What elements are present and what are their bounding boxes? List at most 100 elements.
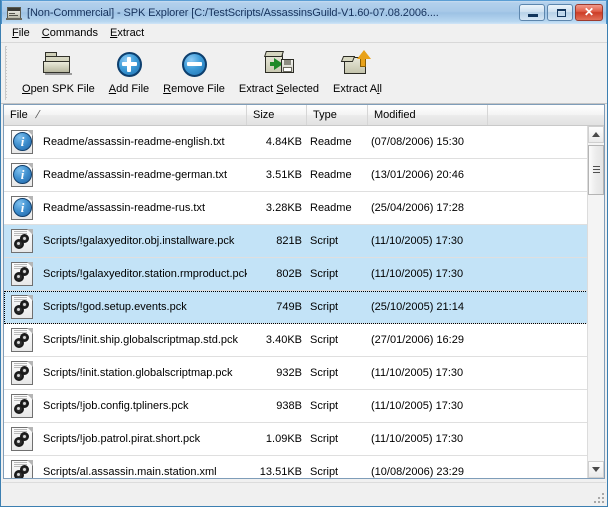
statusbar xyxy=(2,482,606,505)
cell-type: Readme xyxy=(310,136,352,148)
cell-modified: (13/01/2006) 20:46 xyxy=(371,169,464,181)
cell-file-name: Scripts/!job.config.tpliners.pck xyxy=(43,400,189,412)
cell-type: Script xyxy=(310,400,339,412)
cell-file: Scripts/al.assassin.main.station.xml xyxy=(4,459,247,478)
spk-explorer-icon xyxy=(6,5,22,21)
table-row[interactable]: i Readme/assassin-readme-english.txt 4.84K… xyxy=(4,126,604,159)
cell-modified: (07/08/2006) 15:30 xyxy=(371,136,464,148)
cell-modified: (11/10/2005) 17:30 xyxy=(371,433,464,445)
window-controls: ✕ xyxy=(519,4,606,21)
close-icon: ✕ xyxy=(583,5,595,19)
table-row[interactable]: Scripts/!galaxyeditor.station.rmproduct.… xyxy=(4,258,604,291)
cell-file: i Readme/assassin-readme-german.txt xyxy=(4,162,247,188)
scroll-down-button[interactable] xyxy=(588,461,604,478)
info-document-icon: i xyxy=(10,162,36,188)
titlebar[interactable]: [Non-Commercial] - SPK Explorer [C:/Test… xyxy=(1,0,607,24)
table-row[interactable]: Scripts/!galaxyeditor.obj.installware.pc… xyxy=(4,225,604,258)
table-row[interactable]: Scripts/!init.station.globalscriptmap.pc… xyxy=(4,357,604,390)
cell-modified: (25/10/2005) 21:14 xyxy=(371,301,464,313)
maximize-icon xyxy=(557,9,566,17)
toolbar-drag-handle[interactable] xyxy=(3,46,12,100)
spk-explorer-window: [Non-Commercial] - SPK Explorer [C:/Test… xyxy=(0,0,608,507)
cell-file-name: Scripts/!init.station.globalscriptmap.pc… xyxy=(43,367,233,379)
cell-file-name: Readme/assassin-readme-german.txt xyxy=(43,169,228,181)
cell-type: Readme xyxy=(310,202,352,214)
cell-modified: (27/01/2006) 16:29 xyxy=(371,334,464,346)
extract-selected-button[interactable]: Extract Selected xyxy=(232,46,326,95)
file-list-rows: i Readme/assassin-readme-english.txt 4.84K… xyxy=(4,126,604,478)
script-document-icon xyxy=(10,327,36,353)
remove-file-label: Remove File xyxy=(163,83,225,95)
open-spk-file-button[interactable]: Open SPK File xyxy=(15,46,102,95)
cell-file-name: Scripts/!job.patrol.pirat.short.pck xyxy=(43,433,201,445)
sort-indicator-icon: / xyxy=(33,109,41,121)
column-header-file[interactable]: File / xyxy=(4,105,247,125)
scrollbar-thumb[interactable] xyxy=(588,145,604,195)
cell-file: Scripts/!galaxyeditor.obj.installware.pc… xyxy=(4,228,247,254)
cell-file: i Readme/assassin-readme-rus.txt xyxy=(4,195,247,221)
file-list-header: File / Size Type Modified xyxy=(4,105,604,126)
menu-item-extract[interactable]: Extract xyxy=(105,25,151,41)
column-header-file-label: File xyxy=(10,109,28,121)
open-spk-file-label: Open SPK File xyxy=(22,83,95,95)
table-row[interactable]: i Readme/assassin-readme-rus.txt 3.28KB Rea… xyxy=(4,192,604,225)
extract-selected-label: Extract Selected xyxy=(238,83,320,95)
table-row[interactable]: i Readme/assassin-readme-german.txt 3.51KB… xyxy=(4,159,604,192)
minimize-button[interactable] xyxy=(519,4,545,21)
cell-file-name: Readme/assassin-readme-english.txt xyxy=(43,136,225,148)
script-document-icon xyxy=(10,426,36,452)
cell-file-name: Scripts/!galaxyeditor.obj.installware.pc… xyxy=(43,235,235,247)
menu-item-commands[interactable]: Commands xyxy=(37,25,105,41)
remove-circle-icon xyxy=(177,48,211,80)
script-document-icon xyxy=(10,360,36,386)
script-document-icon xyxy=(10,459,36,478)
cell-type: Script xyxy=(310,301,339,313)
script-document-icon xyxy=(10,261,36,287)
cell-type: Script xyxy=(310,367,339,379)
table-row[interactable]: Scripts/!job.patrol.pirat.short.pck 1.09K… xyxy=(4,423,604,456)
script-document-icon xyxy=(10,294,36,320)
cell-modified: (11/10/2005) 17:30 xyxy=(371,268,464,280)
info-document-icon: i xyxy=(10,129,36,155)
remove-file-button[interactable]: Remove File xyxy=(156,46,232,95)
resize-grip[interactable] xyxy=(591,490,604,503)
maximize-button[interactable] xyxy=(547,4,573,21)
minimize-icon xyxy=(528,14,538,17)
cell-type: Script xyxy=(310,235,339,247)
table-row[interactable]: Scripts/al.assassin.main.station.xml 13.5… xyxy=(4,456,604,478)
menu-item-file[interactable]: File xyxy=(7,25,37,41)
column-header-modified[interactable]: Modified xyxy=(368,105,488,125)
cell-file: Scripts/!init.ship.globalscriptmap.std.p… xyxy=(4,327,247,353)
add-file-button[interactable]: Add File xyxy=(102,46,156,95)
cell-type: Script xyxy=(310,466,339,478)
cell-size: 13.51KB xyxy=(259,466,302,478)
cell-size: 1.09KB xyxy=(265,433,302,445)
cell-type: Script xyxy=(310,433,339,445)
cell-file-name: Scripts/!god.setup.events.pck xyxy=(43,301,187,313)
scroll-down-icon xyxy=(592,467,600,472)
vertical-scrollbar[interactable] xyxy=(587,126,604,478)
table-row[interactable]: Scripts/!job.config.tpliners.pck 938B Scri… xyxy=(4,390,604,423)
cell-size: 938B xyxy=(276,400,302,412)
extract-all-button[interactable]: Extract All xyxy=(326,46,389,95)
extract-all-label: Extract All xyxy=(333,83,382,95)
table-row[interactable]: Scripts/!god.setup.events.pck 749B Script (… xyxy=(4,291,604,324)
scroll-up-button[interactable] xyxy=(588,126,604,143)
cell-modified: (11/10/2005) 17:30 xyxy=(371,367,464,379)
close-button[interactable]: ✕ xyxy=(575,4,603,21)
scrollbar-grip-icon xyxy=(593,166,600,173)
cell-type: Script xyxy=(310,334,339,346)
cell-file: Scripts/!god.setup.events.pck xyxy=(4,294,247,320)
cell-size: 4.84KB xyxy=(265,136,302,148)
cell-file-name: Scripts/!init.ship.globalscriptmap.std.p… xyxy=(43,334,239,346)
scroll-up-icon xyxy=(592,132,600,137)
cell-size: 932B xyxy=(276,367,302,379)
add-circle-icon xyxy=(112,48,146,80)
table-row[interactable]: Scripts/!init.ship.globalscriptmap.std.p… xyxy=(4,324,604,357)
extract-selected-icon xyxy=(262,48,296,80)
column-header-type[interactable]: Type xyxy=(307,105,368,125)
cell-size: 821B xyxy=(276,235,302,247)
column-header-size[interactable]: Size xyxy=(247,105,307,125)
cell-file-name: Scripts/al.assassin.main.station.xml xyxy=(43,466,217,478)
extract-all-icon xyxy=(340,48,374,80)
